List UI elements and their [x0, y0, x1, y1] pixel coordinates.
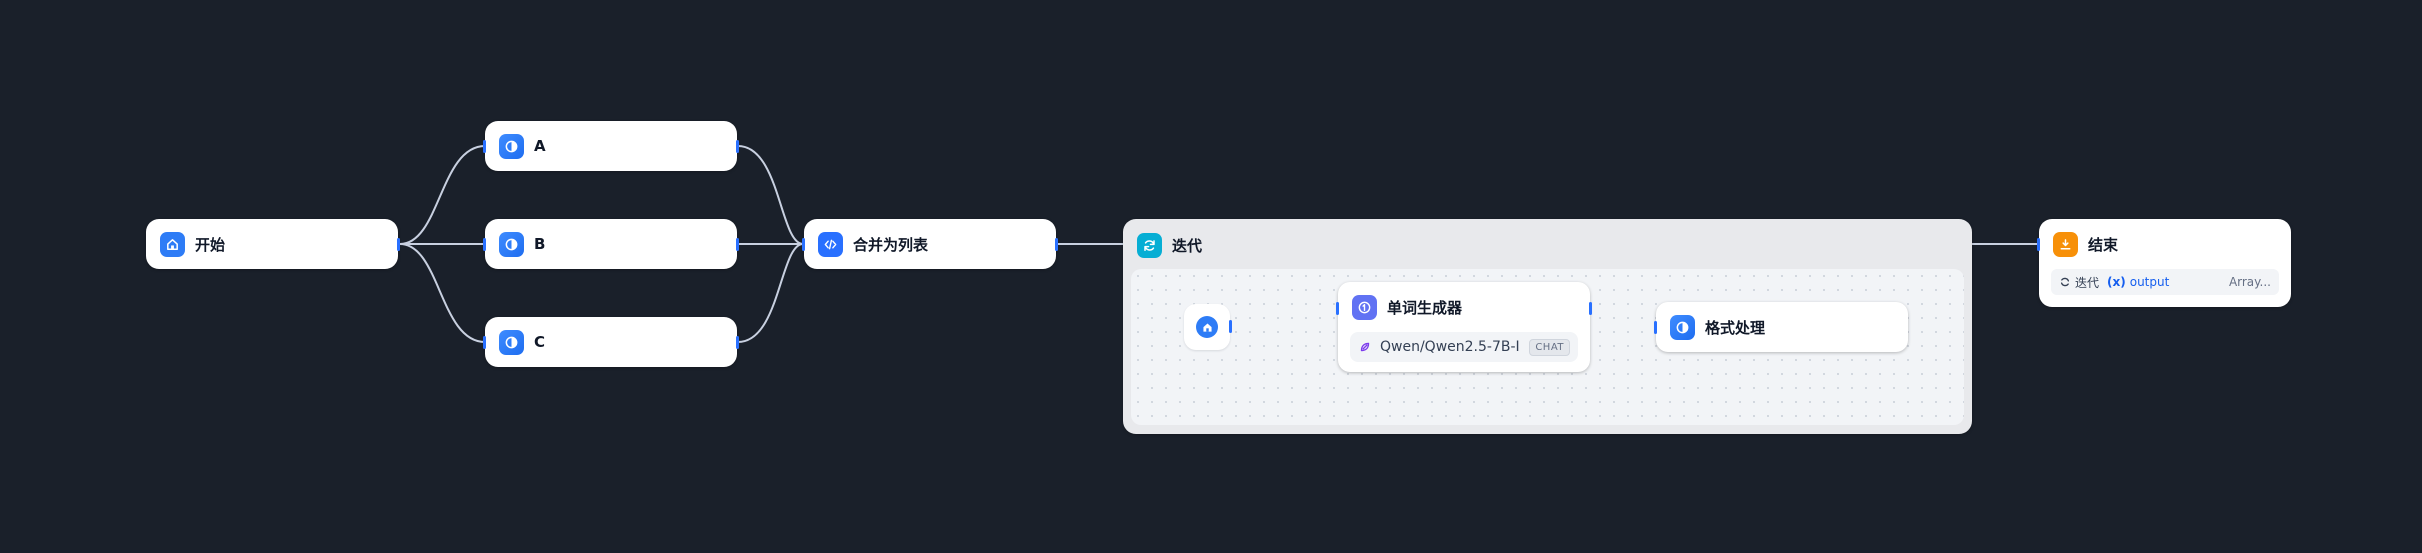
llm-node-a[interactable]: A: [483, 121, 739, 171]
edge-start-a: [399, 145, 486, 245]
format-input-handle[interactable]: [1654, 321, 1657, 334]
end-node[interactable]: 结束 迭代 (x) output Array...: [2037, 219, 2291, 307]
start-node-title: 开始: [195, 235, 226, 254]
llm-icon: [499, 329, 524, 355]
iteration-node-title: 迭代: [1172, 236, 1203, 255]
merge-output-handle[interactable]: [1055, 238, 1058, 251]
output-var-name: output: [2129, 275, 2170, 289]
end-node-title: 结束: [2088, 235, 2119, 254]
agent-icon: [1352, 294, 1377, 320]
model-mode-badge: CHAT: [1529, 338, 1570, 356]
end-input-handle[interactable]: [2037, 238, 2040, 251]
llm-a-output-handle[interactable]: [736, 140, 739, 153]
code-icon: [818, 231, 843, 257]
output-var-type: Array...: [2228, 275, 2271, 289]
edge-start-c: [399, 243, 486, 343]
merge-input-handle[interactable]: [802, 238, 805, 251]
llm-b-input-handle[interactable]: [483, 238, 486, 251]
variable-icon: (x): [2107, 275, 2126, 289]
llm-node-a-title: A: [534, 137, 546, 155]
end-icon: [2053, 231, 2078, 257]
format-processing-title: 格式处理: [1705, 318, 1766, 337]
edge-c-merge: [737, 243, 804, 343]
home-icon: [160, 231, 185, 257]
model-selector[interactable]: Qwen/Qwen2.5-7B-I... CHAT: [1350, 332, 1578, 362]
start-output-handle[interactable]: [397, 238, 400, 251]
llm-icon: [1670, 314, 1695, 340]
llm-node-c-title: C: [534, 333, 546, 351]
start-node[interactable]: 开始: [146, 219, 400, 269]
home-icon: [1196, 316, 1218, 338]
llm-node-c[interactable]: C: [483, 317, 739, 367]
generator-input-handle[interactable]: [1336, 302, 1339, 315]
llm-c-input-handle[interactable]: [483, 336, 486, 349]
edge-a-merge: [737, 145, 804, 245]
word-generator-title: 单词生成器: [1387, 298, 1463, 317]
iteration-icon: [2059, 276, 2071, 288]
merge-list-node[interactable]: 合并为列表: [802, 219, 1058, 269]
format-processing-node[interactable]: 格式处理: [1654, 302, 1908, 352]
model-name: Qwen/Qwen2.5-7B-I...: [1380, 339, 1522, 355]
output-var-node: 迭代: [2075, 275, 2100, 290]
word-generator-node[interactable]: 单词生成器 Qwen/Qwen2.5-7B-I... CHAT: [1336, 282, 1592, 372]
llm-icon: [499, 231, 524, 257]
llm-b-output-handle[interactable]: [736, 238, 739, 251]
llm-c-output-handle[interactable]: [736, 336, 739, 349]
generator-output-handle[interactable]: [1589, 302, 1592, 315]
llm-node-b[interactable]: B: [483, 219, 739, 269]
end-output-variable[interactable]: 迭代 (x) output Array...: [2051, 269, 2279, 295]
iteration-start-output-handle[interactable]: [1229, 320, 1232, 333]
iteration-start-node[interactable]: [1184, 304, 1232, 350]
merge-list-node-title: 合并为列表: [853, 235, 929, 254]
model-provider-icon: [1358, 340, 1372, 354]
llm-a-input-handle[interactable]: [483, 140, 486, 153]
llm-icon: [499, 133, 524, 159]
iteration-icon: [1137, 232, 1162, 258]
llm-node-b-title: B: [534, 235, 546, 253]
workflow-canvas[interactable]: 开始 A B C 合并为列表 迭代 单词生成器 Qwen/Qwen2.5-7B-…: [0, 0, 2422, 553]
